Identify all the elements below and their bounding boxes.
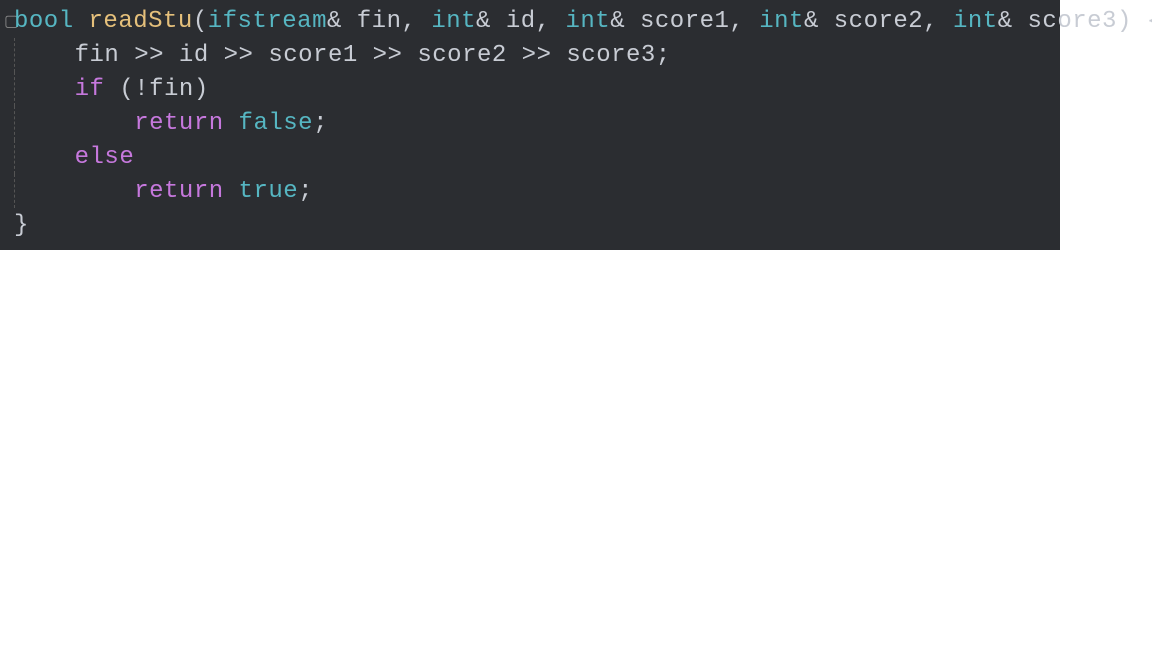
gutter [4,182,14,200]
space [342,8,357,35]
token-amp: & [610,8,625,35]
gutter [4,46,14,64]
space [74,8,89,35]
token-cond: (!fin) [104,76,208,103]
token-type: int [759,8,804,35]
token-param: id [506,8,536,35]
token-keyword: bool [14,8,74,35]
token-brace: } [14,212,29,239]
token-function: readStu [89,8,193,35]
space [224,178,239,205]
token-literal: false [239,110,314,137]
space [224,110,239,137]
code-line[interactable]: return false; [0,106,1060,140]
code-line[interactable]: } [0,208,1060,242]
token-brace: { [1147,8,1152,35]
space [1013,8,1028,35]
token-amp: & [804,8,819,35]
token-param: score2 [834,8,923,35]
token-amp: & [998,8,1013,35]
code-editor[interactable]: ▢bool readStu(ifstream& fin, int& id, in… [0,0,1060,250]
token-keyword: else [75,144,135,171]
gutter [4,80,14,98]
fold-icon[interactable]: ▢ [4,11,14,31]
indent [15,110,134,137]
token-keyword: return [134,110,223,137]
token-comma: , [402,8,432,35]
token-semi: ; [313,110,328,137]
token-param: fin [357,8,402,35]
token-literal: true [239,178,299,205]
indent [15,76,75,103]
token-param: score1 [640,8,729,35]
token-type: int [953,8,998,35]
token-amp: & [327,8,342,35]
token-keyword: return [134,178,223,205]
code-line[interactable]: return true; [0,174,1060,208]
code-line[interactable]: ▢bool readStu(ifstream& fin, int& id, in… [0,4,1060,38]
gutter [4,148,14,166]
gutter [4,114,14,132]
token-paren: ) [1117,8,1132,35]
space [1132,8,1147,35]
code-line[interactable]: fin >> id >> score1 >> score2 >> score3; [0,38,1060,72]
token-statement: fin >> id >> score1 >> score2 >> score3; [15,42,671,69]
token-comma: , [729,8,759,35]
code-line[interactable]: else [0,140,1060,174]
indent [15,178,134,205]
token-comma: , [923,8,953,35]
token-comma: , [536,8,566,35]
space [491,8,506,35]
gutter [4,216,14,234]
token-keyword: if [75,76,105,103]
token-amp: & [476,8,491,35]
token-type: int [565,8,610,35]
space [819,8,834,35]
token-semi: ; [298,178,313,205]
token-type: ifstream [208,8,327,35]
indent [15,144,75,171]
space [625,8,640,35]
token-param: score3 [1028,8,1117,35]
code-line[interactable]: if (!fin) [0,72,1060,106]
token-paren: ( [193,8,208,35]
token-type: int [431,8,476,35]
